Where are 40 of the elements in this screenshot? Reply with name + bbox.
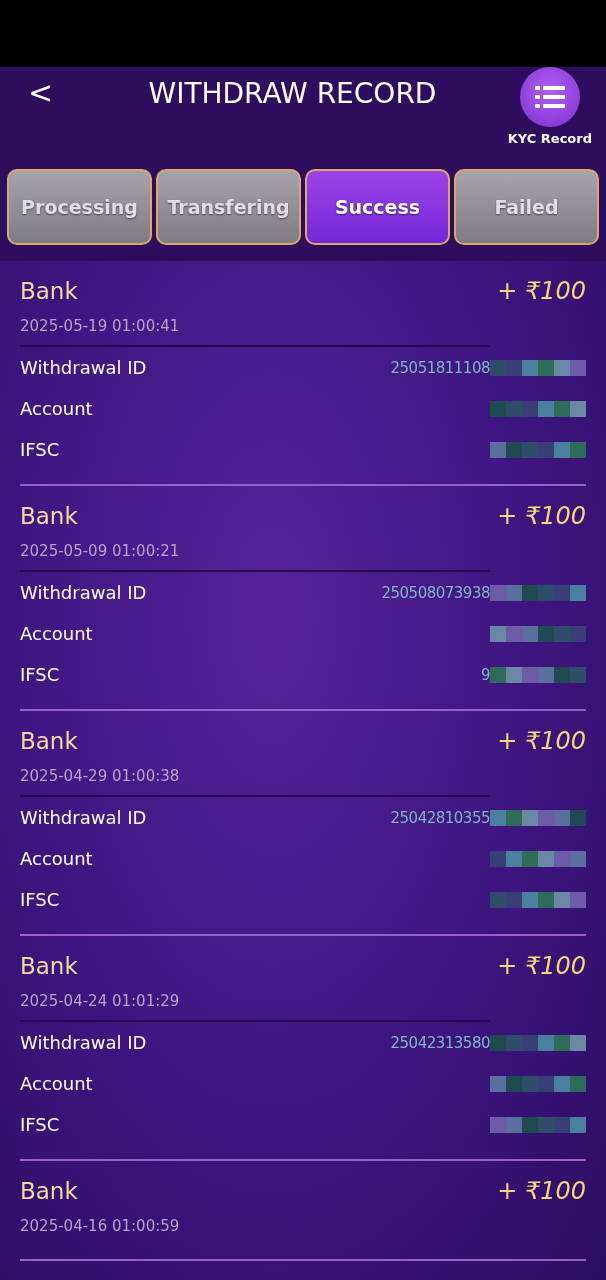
field-label: Withdrawal ID (20, 807, 147, 828)
kyc-record-label: KYC Record (507, 131, 592, 146)
withdraw-method: Bank (20, 728, 78, 754)
field-label: IFSC (20, 1114, 60, 1135)
field-value: 25042810355 (390, 808, 490, 827)
withdraw-amount: + ₹100 (497, 502, 586, 530)
field-label: Account (20, 1073, 93, 1094)
withdraw-method: Bank (20, 953, 78, 979)
withdraw-date: 2025-05-19 01:00:41 (20, 317, 181, 335)
field-label: Withdrawal ID (20, 1032, 147, 1053)
field-label: Account (20, 398, 93, 419)
withdraw-method: Bank (20, 503, 78, 529)
field-value: 25051811108 (390, 358, 490, 377)
field-label: IFSC (20, 664, 60, 685)
withdraw-date: 2025-05-09 01:00:21 (20, 542, 181, 560)
field-label: Withdrawal ID (20, 357, 147, 378)
status-tab[interactable]: Transfering (156, 169, 301, 245)
back-button[interactable]: < (24, 69, 58, 116)
field-value: 250508073938 (381, 583, 490, 602)
withdraw-date: 2025-04-24 01:01:29 (20, 992, 181, 1010)
withdraw-amount: + ₹100 (497, 952, 586, 980)
withdraw-method: Bank (20, 1178, 78, 1204)
page-title: WITHDRAW RECORD (147, 76, 438, 110)
field-label: Withdrawal ID (20, 582, 147, 603)
status-tab[interactable]: Failed (454, 169, 599, 245)
withdraw-amount: + ₹100 (497, 1177, 586, 1205)
field-label: Account (20, 848, 93, 869)
field-label: IFSC (20, 439, 60, 460)
withdraw-date: 2025-04-29 01:00:38 (20, 767, 181, 785)
field-value: 9 (480, 665, 490, 684)
withdraw-amount: + ₹100 (497, 277, 586, 305)
withdraw-amount: + ₹100 (497, 727, 586, 755)
field-value: 25042313580 (390, 1033, 490, 1052)
withdraw-date: 2025-04-16 01:00:59 (20, 1217, 181, 1235)
field-label: Account (20, 623, 93, 644)
withdraw-method: Bank (20, 278, 78, 304)
list-icon (534, 85, 565, 109)
field-label: IFSC (20, 889, 60, 910)
status-tab[interactable]: Success (305, 169, 450, 245)
status-tab[interactable]: Processing (7, 169, 152, 245)
